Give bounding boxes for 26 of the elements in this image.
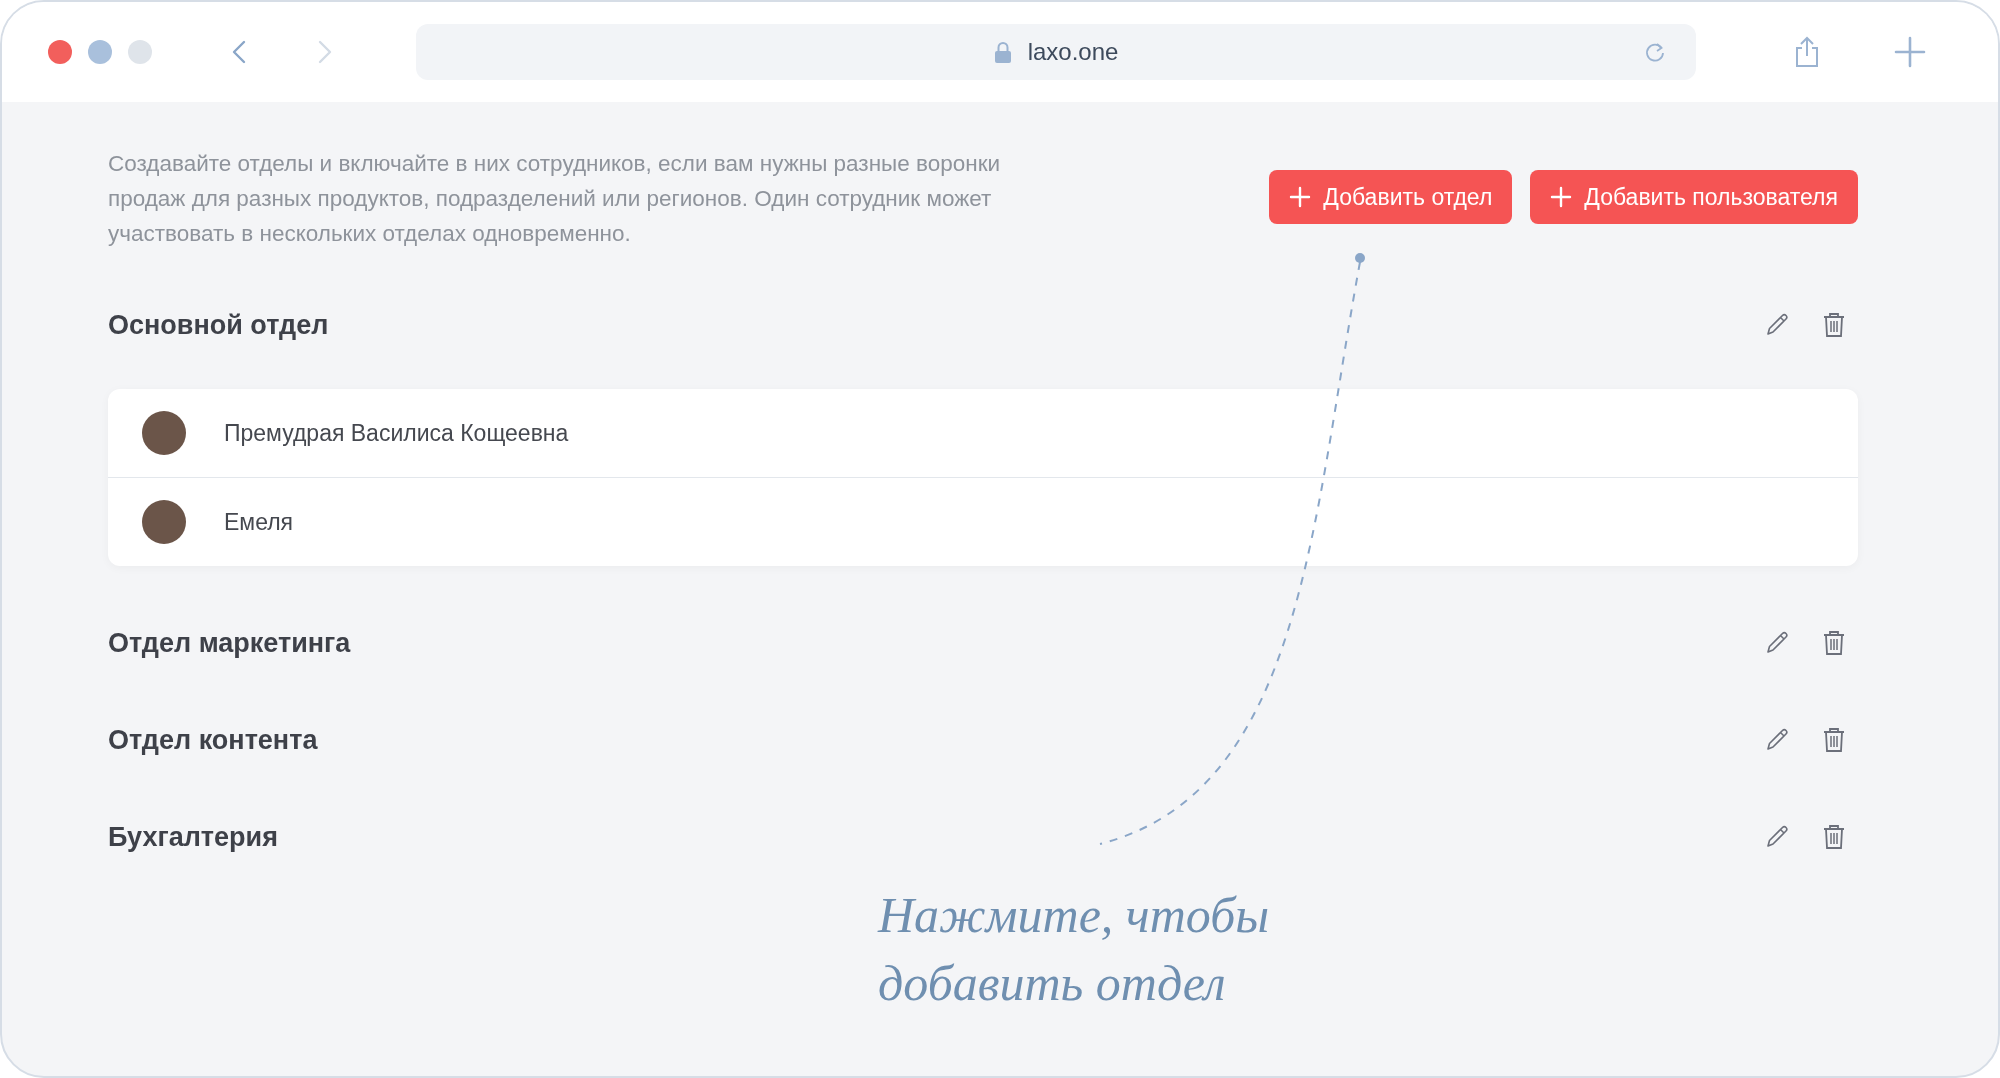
address-bar[interactable]: laxo.one — [416, 24, 1696, 80]
edit-icon[interactable] — [1764, 727, 1790, 753]
trash-icon[interactable] — [1822, 727, 1846, 753]
department-title: Отдел контента — [108, 724, 318, 756]
edit-icon[interactable] — [1764, 824, 1790, 850]
plus-icon — [1289, 186, 1312, 208]
trash-icon[interactable] — [1822, 630, 1846, 656]
edit-icon[interactable] — [1764, 630, 1790, 656]
department-title: Отдел маркетинга — [108, 627, 351, 659]
url-text: laxo.one — [1027, 38, 1119, 66]
member-name: Емеля — [224, 508, 294, 536]
department-title: Основной отдел — [108, 309, 329, 341]
handwritten-note: Нажмите, чтобы добавить отдел — [878, 886, 1271, 1013]
edit-icon[interactable] — [1764, 312, 1790, 338]
avatar-placeholder — [142, 500, 186, 544]
plus-icon — [1550, 186, 1573, 208]
add-button[interactable]: Добавить пользователя — [1530, 170, 1858, 224]
window-control-icon[interactable] — [48, 40, 72, 64]
trash-icon[interactable] — [1822, 312, 1846, 338]
description-text: Создавайте отделы и включайте в них сотрудников, если вам нужны разные воронки продаж для разных продуктов, подразделений или регионов. Один сотрудник может участвовать в нескольких отделах одновременно. — [108, 150, 1002, 248]
avatar-placeholder — [142, 411, 186, 455]
add-button[interactable]: Добавить отдел — [1269, 170, 1513, 224]
trash-icon[interactable] — [1822, 824, 1846, 850]
lock-icon — [993, 41, 1012, 63]
member-name: Премудрая Василиса Кощеевна — [224, 419, 569, 447]
department-title: Бухгалтерия — [108, 821, 278, 853]
